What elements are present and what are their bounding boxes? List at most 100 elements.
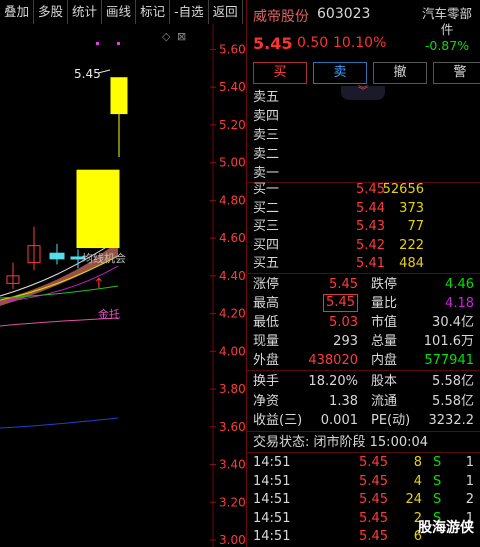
y-tick-label: 4.40: [219, 269, 246, 283]
sector-pct: -0.87%: [424, 38, 470, 53]
stat-row: 外盘 438020 内盘 577941: [247, 351, 480, 370]
bid-price: 5.43: [356, 219, 385, 234]
stat-row: 换手 18.20% 股本 5.58亿: [247, 372, 480, 391]
y-tick-label: 3.00: [219, 533, 246, 547]
tick-price: 5.45: [359, 529, 388, 544]
tick-side: S: [433, 455, 442, 470]
tick-price: 5.45: [359, 473, 388, 489]
y-tick-label: 4.60: [219, 231, 246, 245]
bid-label: 买五: [253, 256, 280, 271]
candle-body[interactable]: [76, 169, 120, 249]
tick-time: 14:51: [253, 510, 291, 526]
divider: [247, 273, 480, 274]
tick-price: 5.45: [359, 455, 388, 470]
tick-price: 5.45: [359, 510, 388, 526]
stat-value: 4.18: [445, 296, 474, 311]
diamond-icon[interactable]: ◇: [162, 30, 171, 43]
price-change: 0.50: [297, 35, 329, 51]
bid-price: 5.41: [356, 256, 385, 271]
ask-label: 卖五: [253, 90, 280, 105]
stat-value: 1.38: [329, 393, 358, 409]
sector-box[interactable]: 汽车零部件 -0.87%: [418, 6, 476, 54]
stat-row: 收益(三) 0.001 PE(动) 3232.2: [247, 411, 480, 430]
stat-value: 293: [333, 334, 358, 349]
y-tick-label: 4.80: [219, 193, 246, 207]
ask-row[interactable]: 卖三: [247, 126, 480, 145]
tick-time: 14:51: [253, 473, 291, 489]
stat-label: 最高: [253, 296, 280, 311]
stat-label: 最低: [253, 315, 280, 330]
stat-value: 3232.2: [428, 413, 475, 428]
tick-time: 14:51: [253, 455, 291, 470]
candle-body[interactable]: [49, 252, 65, 260]
alert-button[interactable]: 警: [433, 62, 480, 84]
bid-row[interactable]: 买一 5.45 52656: [247, 180, 480, 199]
divider: [247, 370, 480, 371]
bid-volume: 52656: [382, 182, 424, 197]
watermark: 股海游侠: [418, 520, 474, 536]
quote-panel: 威帝股份 603023 汽车零部件 -0.87% 5.45 0.50 10.10…: [247, 0, 480, 547]
trade-status: 交易状态: 闭市阶段 15:00:04: [247, 433, 480, 452]
stat-label: 涨停: [253, 277, 280, 292]
sector-name: 汽车零部件: [421, 6, 472, 37]
signal-dot: [96, 42, 99, 45]
y-tick-label: 5.40: [219, 80, 246, 94]
stat-value: 5.03: [329, 315, 358, 330]
toolbar-draw-button[interactable]: 画线: [102, 0, 137, 24]
toolbar: 叠加 多股 统计 画线 标记 -自选 返回: [0, 0, 246, 24]
ma-line-blue: [0, 417, 119, 429]
stat-label: 净资: [253, 393, 280, 409]
buy-button[interactable]: 买: [253, 62, 307, 84]
toolbar-multistock-button[interactable]: 多股: [34, 0, 69, 24]
y-tick-label: 4.00: [219, 344, 246, 358]
bid-label: 买一: [253, 182, 280, 197]
stat-value: 4.46: [445, 277, 474, 292]
bid-row[interactable]: 买三 5.43 77: [247, 217, 480, 236]
stat-value: 5.58亿: [432, 393, 474, 409]
bid-row[interactable]: 买二 5.44 373: [247, 199, 480, 218]
bid-volume: 77: [407, 219, 424, 234]
stat-label: 流通: [371, 393, 398, 409]
last-price: 5.45: [253, 34, 293, 53]
toolbar-overlay-button[interactable]: 叠加: [0, 0, 35, 24]
ask-row[interactable]: 卖四: [247, 107, 480, 126]
stat-row: 净资 1.38 流通 5.58亿: [247, 392, 480, 411]
stat-label: 换手: [253, 374, 280, 389]
close-icon[interactable]: ⊠: [177, 30, 186, 43]
bid-row[interactable]: 买五 5.41 484: [247, 254, 480, 273]
toolbar-remove-watchlist-button[interactable]: -自选: [170, 0, 209, 24]
tick-row: 14:51 5.45 4 S 1: [247, 472, 480, 491]
toolbar-stats-button[interactable]: 统计: [68, 0, 103, 24]
stat-row: 最高 5.45 量比 4.18: [247, 294, 480, 313]
stat-label: 内盘: [371, 353, 398, 368]
y-tick-label: 3.80: [219, 382, 246, 396]
tick-count: 1: [465, 473, 474, 489]
ask-row[interactable]: 卖五: [247, 88, 480, 107]
y-tick-label: 5.20: [219, 118, 246, 132]
kline-chart[interactable]: 5.60 5.40 5.20 5.00 4.80 4.60 4.40 4.20 4.00 3.80…: [0, 24, 246, 547]
ask-row[interactable]: 卖二: [247, 145, 480, 164]
toolbar-mark-button[interactable]: 标记: [136, 0, 171, 24]
stat-value: 5.45: [329, 277, 358, 292]
tick-time: 14:51: [253, 529, 291, 544]
cancel-order-button[interactable]: 撤: [373, 62, 427, 84]
tick-row: 14:51 5.45 24 S 2: [247, 490, 480, 509]
signal-dot: [117, 42, 120, 45]
stat-label: 收益(三): [253, 413, 303, 428]
stock-code: 603023: [317, 6, 371, 22]
stat-row: 涨停 5.45 跌停 4.46: [247, 275, 480, 294]
y-tick-label: 4.20: [219, 307, 246, 321]
stat-label: 总量: [371, 334, 398, 349]
bid-label: 买三: [253, 219, 280, 234]
sell-button[interactable]: 卖: [313, 62, 367, 84]
toolbar-back-button[interactable]: 返回: [209, 0, 243, 24]
y-tick-label: 3.60: [219, 420, 246, 434]
high-price-label: 5.45: [74, 67, 101, 81]
stat-value: 18.20%: [308, 374, 358, 389]
golden-cross-label: 均线机会: [82, 251, 126, 265]
divider: [247, 431, 480, 432]
y-tick-label: 3.20: [219, 495, 246, 509]
bid-row[interactable]: 买四 5.42 222: [247, 236, 480, 255]
candle-body[interactable]: [110, 77, 128, 115]
bid-volume: 373: [399, 200, 424, 216]
